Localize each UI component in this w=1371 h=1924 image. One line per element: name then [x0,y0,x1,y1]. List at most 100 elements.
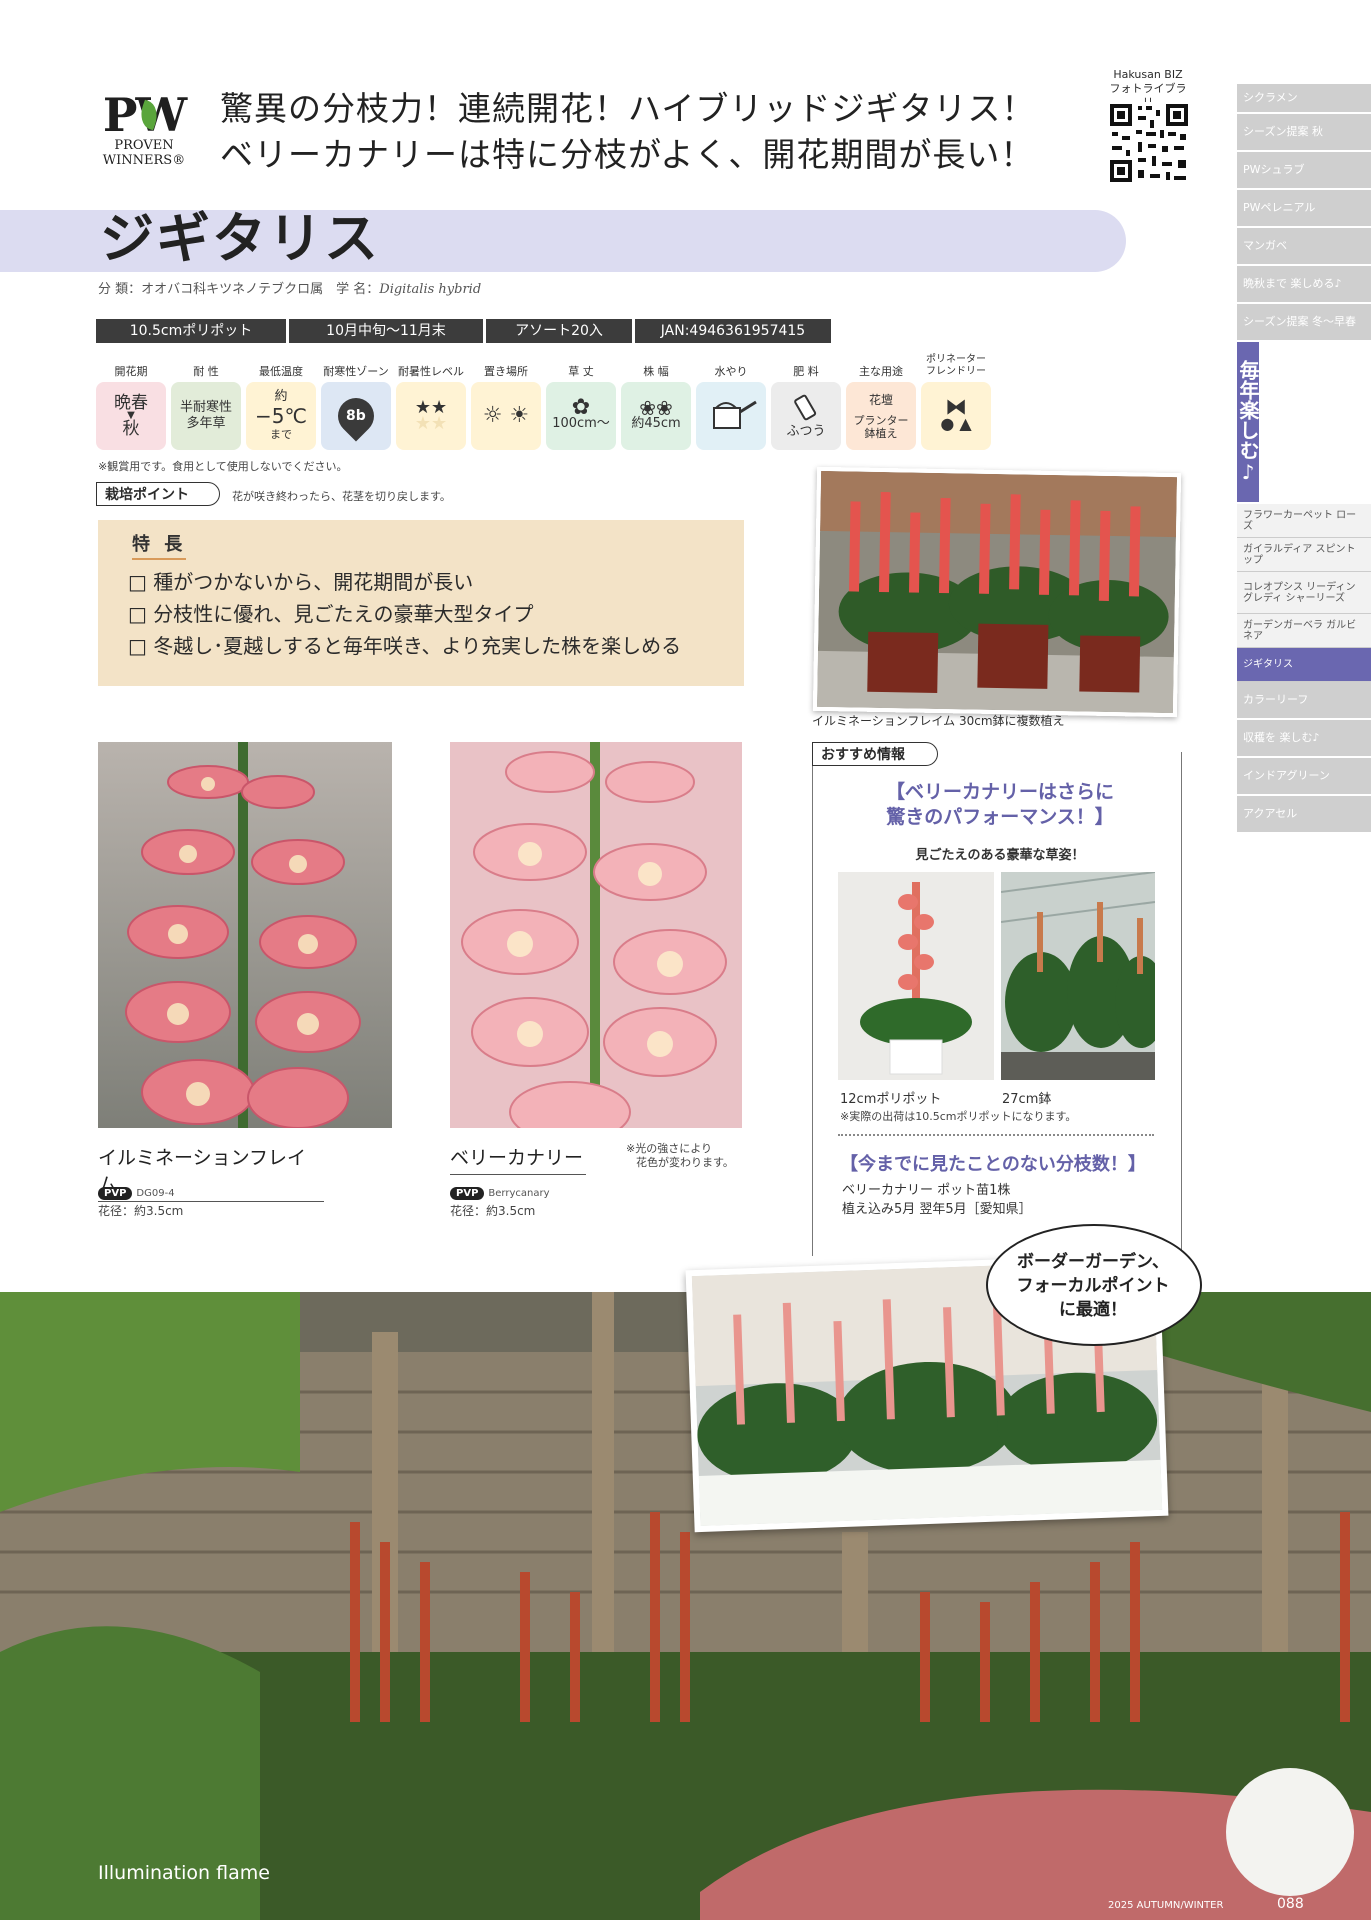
feature-item: 分枝性に優れ、見ごたえの豪華大型タイプ [128,598,681,630]
attr-placement: 置き場所 ☼ ☀ [471,352,541,450]
watering-can-icon [713,400,757,429]
nav-item[interactable]: マンガベ [1237,228,1371,266]
recommend-tab: おすすめ情報 [812,742,938,766]
attr-height: 草 丈 ✿ 100cm～ [546,352,616,450]
headline: 驚異の分枝力！連続開花！ハイブリッドジギタリス！ ベリーカナリーは特に分枝がよく… [220,86,1035,178]
attr-box: 花壇 プランター 鉢植え [846,382,916,450]
nav-item[interactable]: PWシュラブ [1237,152,1371,190]
attr-value: 半耐寒性 [179,400,232,415]
qr-label-1: Hakusan BIZ [1113,68,1183,81]
photo-berry-canary [450,742,742,1128]
attr-box: 約 −5℃ まで [246,382,316,450]
nav-item-active[interactable]: 毎年楽しむ♪ [1236,342,1260,504]
attr-label: 置き場所 [484,365,528,378]
attr-box: ✿ 100cm～ [546,382,616,450]
attr-label: 開花期 [114,365,148,378]
attr-box: ☼ ☀ [471,382,541,450]
attr-value: 花壇 [868,393,893,407]
flower-diameter: 花径：約3.5cm [98,1204,184,1218]
attr-label: 草 丈 [568,365,594,378]
nav-item[interactable]: アクアセル [1237,796,1371,834]
light-note-2: 花色が変わります。 [636,1156,734,1169]
recommend-headline: 【ベリーカナリーはさらに 驚きのパフォーマンス！】 [862,780,1138,830]
info-bar: 10.5cmポリポット 10月中旬～11月末 アソート20入 JAN:49463… [96,319,831,343]
attr-pollinator: ポリネーター フレンドリー ⧓ ● ▲ [921,352,991,450]
pot-caption: 27cm鉢 [1002,1092,1052,1107]
qr-code-icon[interactable] [1108,102,1190,184]
feature-item: 種がつかないから、開花期間が長い [128,566,681,598]
features-title: 特 長 [132,530,187,560]
bubble-line-1: ボーダーガーデン、 [1017,1252,1169,1272]
nav-item[interactable]: シーズン提案 冬～早春 [1237,304,1371,342]
attr-value: 鉢植え [864,427,898,440]
pot-caption: 12cmポリポット [840,1092,942,1107]
attr-flowering: 開花期 晩春 ▼ 秋 [96,352,166,450]
recommend-sub: 見ごたえのある豪華な草姿！ [915,848,1085,863]
recommend-text: ベリーカナリー ポット苗1株植え込み5月 翌年5月［愛知県］ [842,1181,1032,1219]
flower-width-icon: ❀❀ [639,396,673,420]
divider [838,1134,1154,1136]
map-pin-icon: 8b [330,390,382,442]
sun-icon: ☼ ☀ [482,403,530,428]
attr-value: ふつう [786,424,826,439]
attr-value: 約 [274,389,288,404]
nav-item[interactable]: PWペレニアル [1237,190,1371,228]
attr-box: ⧓ ● ▲ [921,382,991,450]
nav-item[interactable]: 晩秋まで 楽しめる♪ [1237,266,1371,304]
page-number: 088 [1277,1896,1304,1912]
shipping-note: ※実際の出荷は10.5cmポリポットになります。 [840,1110,1077,1123]
pvp-badge: PVP Berrycanary [450,1183,550,1202]
nav-item[interactable]: 収穫を 楽しむ♪ [1237,720,1371,758]
attr-value: 多年草 [186,416,226,431]
photo-12cm-pot [838,872,994,1080]
attr-value: プランター [853,414,909,427]
nav-subitem[interactable]: フラワーカーペット ローズ [1237,504,1371,538]
attr-min-temp: 最低温度 約 −5℃ まで [246,352,316,450]
attr-box: ふつう [771,382,841,450]
attr-box: 晩春 ▼ 秋 [96,382,166,450]
recommend-headline-2: 【今までに見たことのない分枝数！】 [840,1154,1146,1175]
classification: 分 類：オオバコ科キツネノテブクロ属 学 名：Digitalis hybrid [98,278,481,297]
recommend-text-1: ベリーカナリー ポット苗1株 [842,1183,1011,1198]
info-shipping: 10月中旬～11月末 [289,319,483,343]
feature-item: 冬越し･夏越しすると毎年咲き、より充実した株を楽しめる [128,630,681,662]
star-empty-icon: ★★ [414,413,448,434]
nav-item[interactable]: カラーリーフ [1237,682,1371,720]
attr-label: 肥 料 [793,365,819,378]
photo-27cm-pot [1001,872,1155,1080]
recommend-text-2: 植え込み5月 翌年5月［愛知県］ [842,1202,1032,1217]
attr-label: 耐寒性ゾーン [323,365,389,378]
attr-value: まで [270,428,292,441]
nav-subitem[interactable]: コレオプシス リーディングレディ シャーリーズ [1237,572,1371,614]
pvp-badge: PVP DG09-4 [98,1183,175,1202]
attr-label: 主な用途 [859,365,903,378]
nav-item[interactable]: シーズン提案 秋 [1237,114,1371,152]
attr-hardiness: 耐 性 半耐寒性 多年草 [171,352,241,450]
info-pot: 10.5cmポリポット [96,319,286,343]
poll-label2: フレンドリー [926,366,986,377]
attr-zone: 耐寒性ゾーン 8b [321,352,391,450]
logo-line2: WINNERS® [102,153,186,168]
flower-height-icon: ✿ [571,395,591,420]
nav-subitem[interactable]: ガイラルディア スピントップ [1237,538,1371,572]
nav-subitem[interactable]: ガーデンガーベラ ガルビネア [1237,614,1371,648]
nav-item[interactable]: シクラメン [1237,84,1371,114]
attr-heat: 耐暑性レベル ★★ ★★ [396,352,466,450]
pvp-label: PVP [98,1187,133,1200]
footer-season: 2025 AUTUMN/WINTER [1108,1900,1224,1911]
variety-code: DG09-4 [136,1188,175,1199]
attr-label: 株 幅 [643,365,669,378]
attr-use: 主な用途 花壇 プランター 鉢植え [846,352,916,450]
headline-line2: ベリーカナリーは特に分枝がよく、開花期間が長い！ [220,135,1035,174]
fertilizer-icon [794,394,817,421]
flower-diameter: 花径：約3.5cm [450,1204,536,1218]
usage-note: ※観賞用です。食用として使用しないでください。 [98,460,348,473]
poll-label1: ポリネーター [926,354,986,365]
nav-item[interactable]: インドアグリーン [1237,758,1371,796]
variety-name: ベリーカナリー [450,1143,586,1175]
recommend-headline-2: 驚きのパフォーマンス！】 [886,806,1114,828]
attr-label: ポリネーター フレンドリー [921,352,991,378]
attr-box: ★★ ★★ [396,382,466,450]
features-list: 種がつかないから、開花期間が長い 分枝性に優れ、見ごたえの豪華大型タイプ 冬越し… [128,566,681,662]
nav-subitem-active[interactable]: ジギタリス [1237,648,1371,682]
